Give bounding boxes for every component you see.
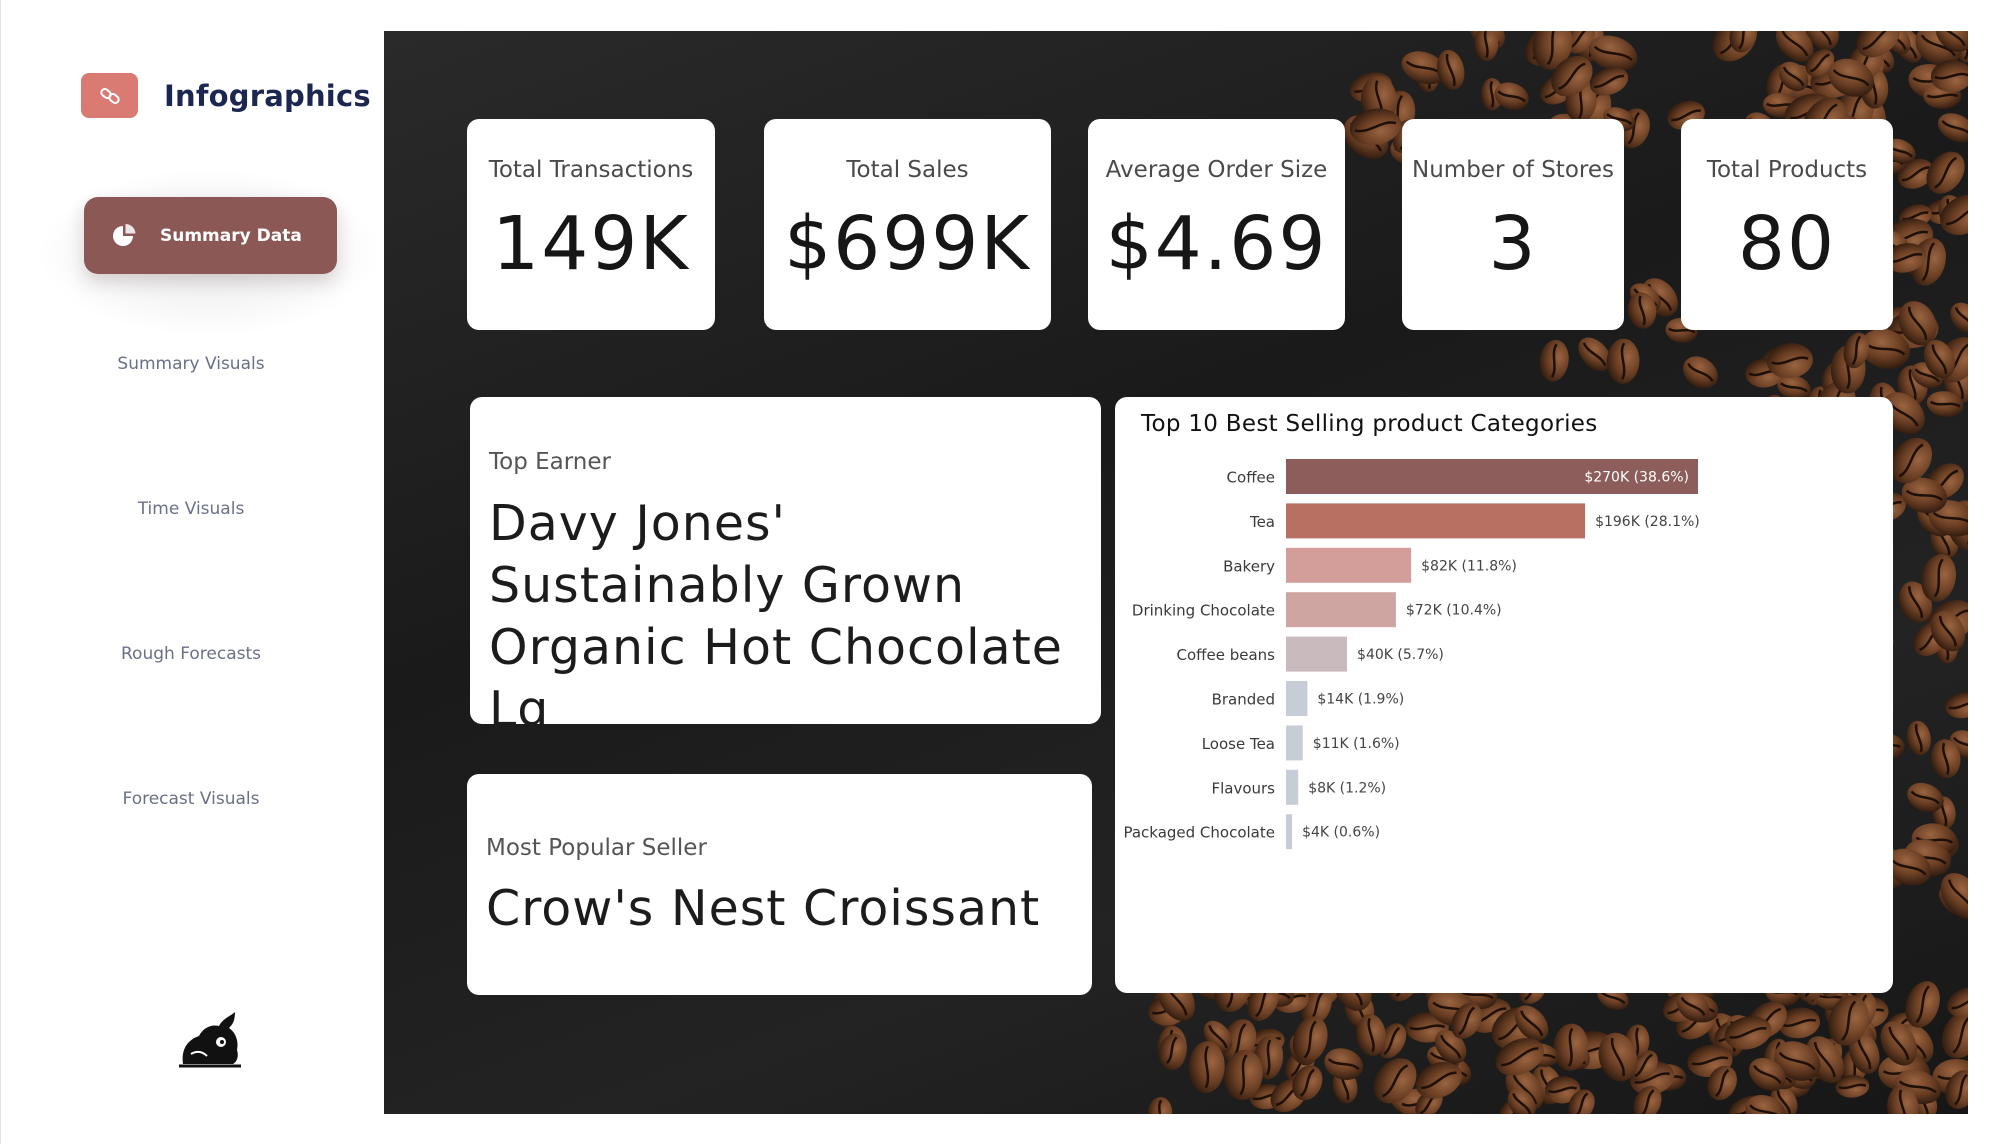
kpi-label: Number of Stores	[1412, 157, 1614, 183]
kpi-value: $699K	[784, 201, 1031, 287]
kpi-value: 3	[1488, 201, 1538, 287]
kpi-label: Average Order Size	[1105, 157, 1328, 183]
category-label: Loose Tea	[1202, 735, 1275, 753]
coffee-bean	[1436, 49, 1465, 91]
coffee-bean	[1945, 692, 1968, 719]
nav-summary-data[interactable]: Summary Data	[84, 197, 337, 274]
category-label: Packaged Chocolate	[1123, 824, 1275, 842]
bar[interactable]	[1286, 592, 1396, 628]
category-label: Branded	[1212, 691, 1275, 709]
top-earner-label: Top Earner	[489, 449, 611, 475]
data-label: $82K (11.8%)	[1421, 558, 1517, 574]
data-label: $8K (1.2%)	[1308, 780, 1386, 796]
coffee-bean	[1606, 338, 1640, 384]
nav-rough-forecasts[interactable]: Rough Forecasts	[41, 644, 341, 664]
coffee-bean	[1539, 339, 1569, 382]
top-earner-value: Davy Jones' Sustainably Grown Organic Ho…	[489, 495, 1063, 738]
most-popular-label: Most Popular Seller	[486, 835, 707, 861]
brand-title: Infographics	[164, 78, 371, 113]
kpi-label: Total Transactions	[488, 157, 694, 183]
top-categories-chart: Top 10 Best Selling product Categories C…	[1115, 397, 1893, 993]
category-label: Drinking Chocolate	[1132, 602, 1275, 620]
top-earner-card: Top Earner Davy Jones' Sustainably Grown…	[470, 397, 1101, 738]
coffee-bean	[1324, 1048, 1364, 1080]
bar[interactable]	[1286, 769, 1299, 805]
kpi-total-transactions: Total Transactions 149K	[467, 119, 715, 330]
kpi-label: Total Products	[1706, 157, 1868, 183]
link-icon	[81, 73, 138, 118]
bar[interactable]	[1286, 636, 1347, 672]
coffee-bean	[1937, 113, 1968, 143]
bar[interactable]	[1286, 814, 1293, 850]
bull-mascot-icon	[179, 1012, 241, 1068]
data-label: $4K (0.6%)	[1302, 825, 1380, 841]
bar[interactable]	[1286, 503, 1586, 539]
data-label: $14K (1.9%)	[1317, 692, 1404, 708]
most-popular-card: Most Popular Seller Crow's Nest Croissan…	[467, 774, 1092, 995]
data-label: $196K (28.1%)	[1595, 514, 1700, 530]
coffee-bean	[1474, 31, 1499, 62]
category-label: Bakery	[1223, 557, 1275, 575]
nav-label: Summary Data	[160, 225, 302, 246]
nav-forecast-visuals[interactable]: Forecast Visuals	[41, 789, 341, 809]
category-label: Flavours	[1211, 779, 1275, 797]
sidebar: Infographics Summary Data Summary Visual…	[0, 0, 384, 1144]
bar[interactable]	[1286, 725, 1303, 761]
data-label: $40K (5.7%)	[1357, 647, 1444, 663]
kpi-number-of-stores: Number of Stores 3	[1402, 119, 1624, 330]
data-label: $11K (1.6%)	[1313, 736, 1400, 752]
dashboard-canvas: Total Transactions 149K Total Sales $699…	[384, 31, 1968, 1114]
coffee-bean	[1683, 356, 1718, 389]
nav-summary-visuals[interactable]: Summary Visuals	[41, 354, 341, 374]
bar[interactable]	[1286, 547, 1412, 583]
most-popular-value: Crow's Nest Croissant	[486, 880, 1041, 937]
kpi-value: $4.69	[1105, 201, 1328, 287]
bar-chart-svg: Coffee $270K (38.6%) Tea $196K (28.1%) Baker…	[1123, 459, 1700, 850]
brand: Infographics	[81, 73, 371, 118]
kpi-total-products: Total Products 80	[1681, 119, 1893, 330]
data-label: $72K (10.4%)	[1406, 603, 1502, 619]
category-label: Tea	[1249, 513, 1275, 531]
nav-time-visuals[interactable]: Time Visuals	[41, 499, 341, 519]
pie-chart-icon	[113, 223, 136, 246]
data-label: $270K (38.6%)	[1584, 470, 1689, 486]
bar[interactable]	[1286, 681, 1308, 716]
coffee-bean	[1906, 720, 1931, 756]
coffee-bean	[1950, 302, 1968, 333]
kpi-label: Total Sales	[846, 157, 969, 183]
kpi-value: 149K	[492, 201, 690, 287]
kpi-value: 80	[1737, 201, 1837, 287]
kpi-average-order-size: Average Order Size $4.69	[1088, 119, 1345, 330]
category-label: Coffee	[1227, 469, 1275, 487]
coffee-bean	[1147, 1096, 1173, 1114]
kpi-total-sales: Total Sales $699K	[764, 119, 1051, 330]
category-label: Coffee beans	[1177, 646, 1276, 664]
